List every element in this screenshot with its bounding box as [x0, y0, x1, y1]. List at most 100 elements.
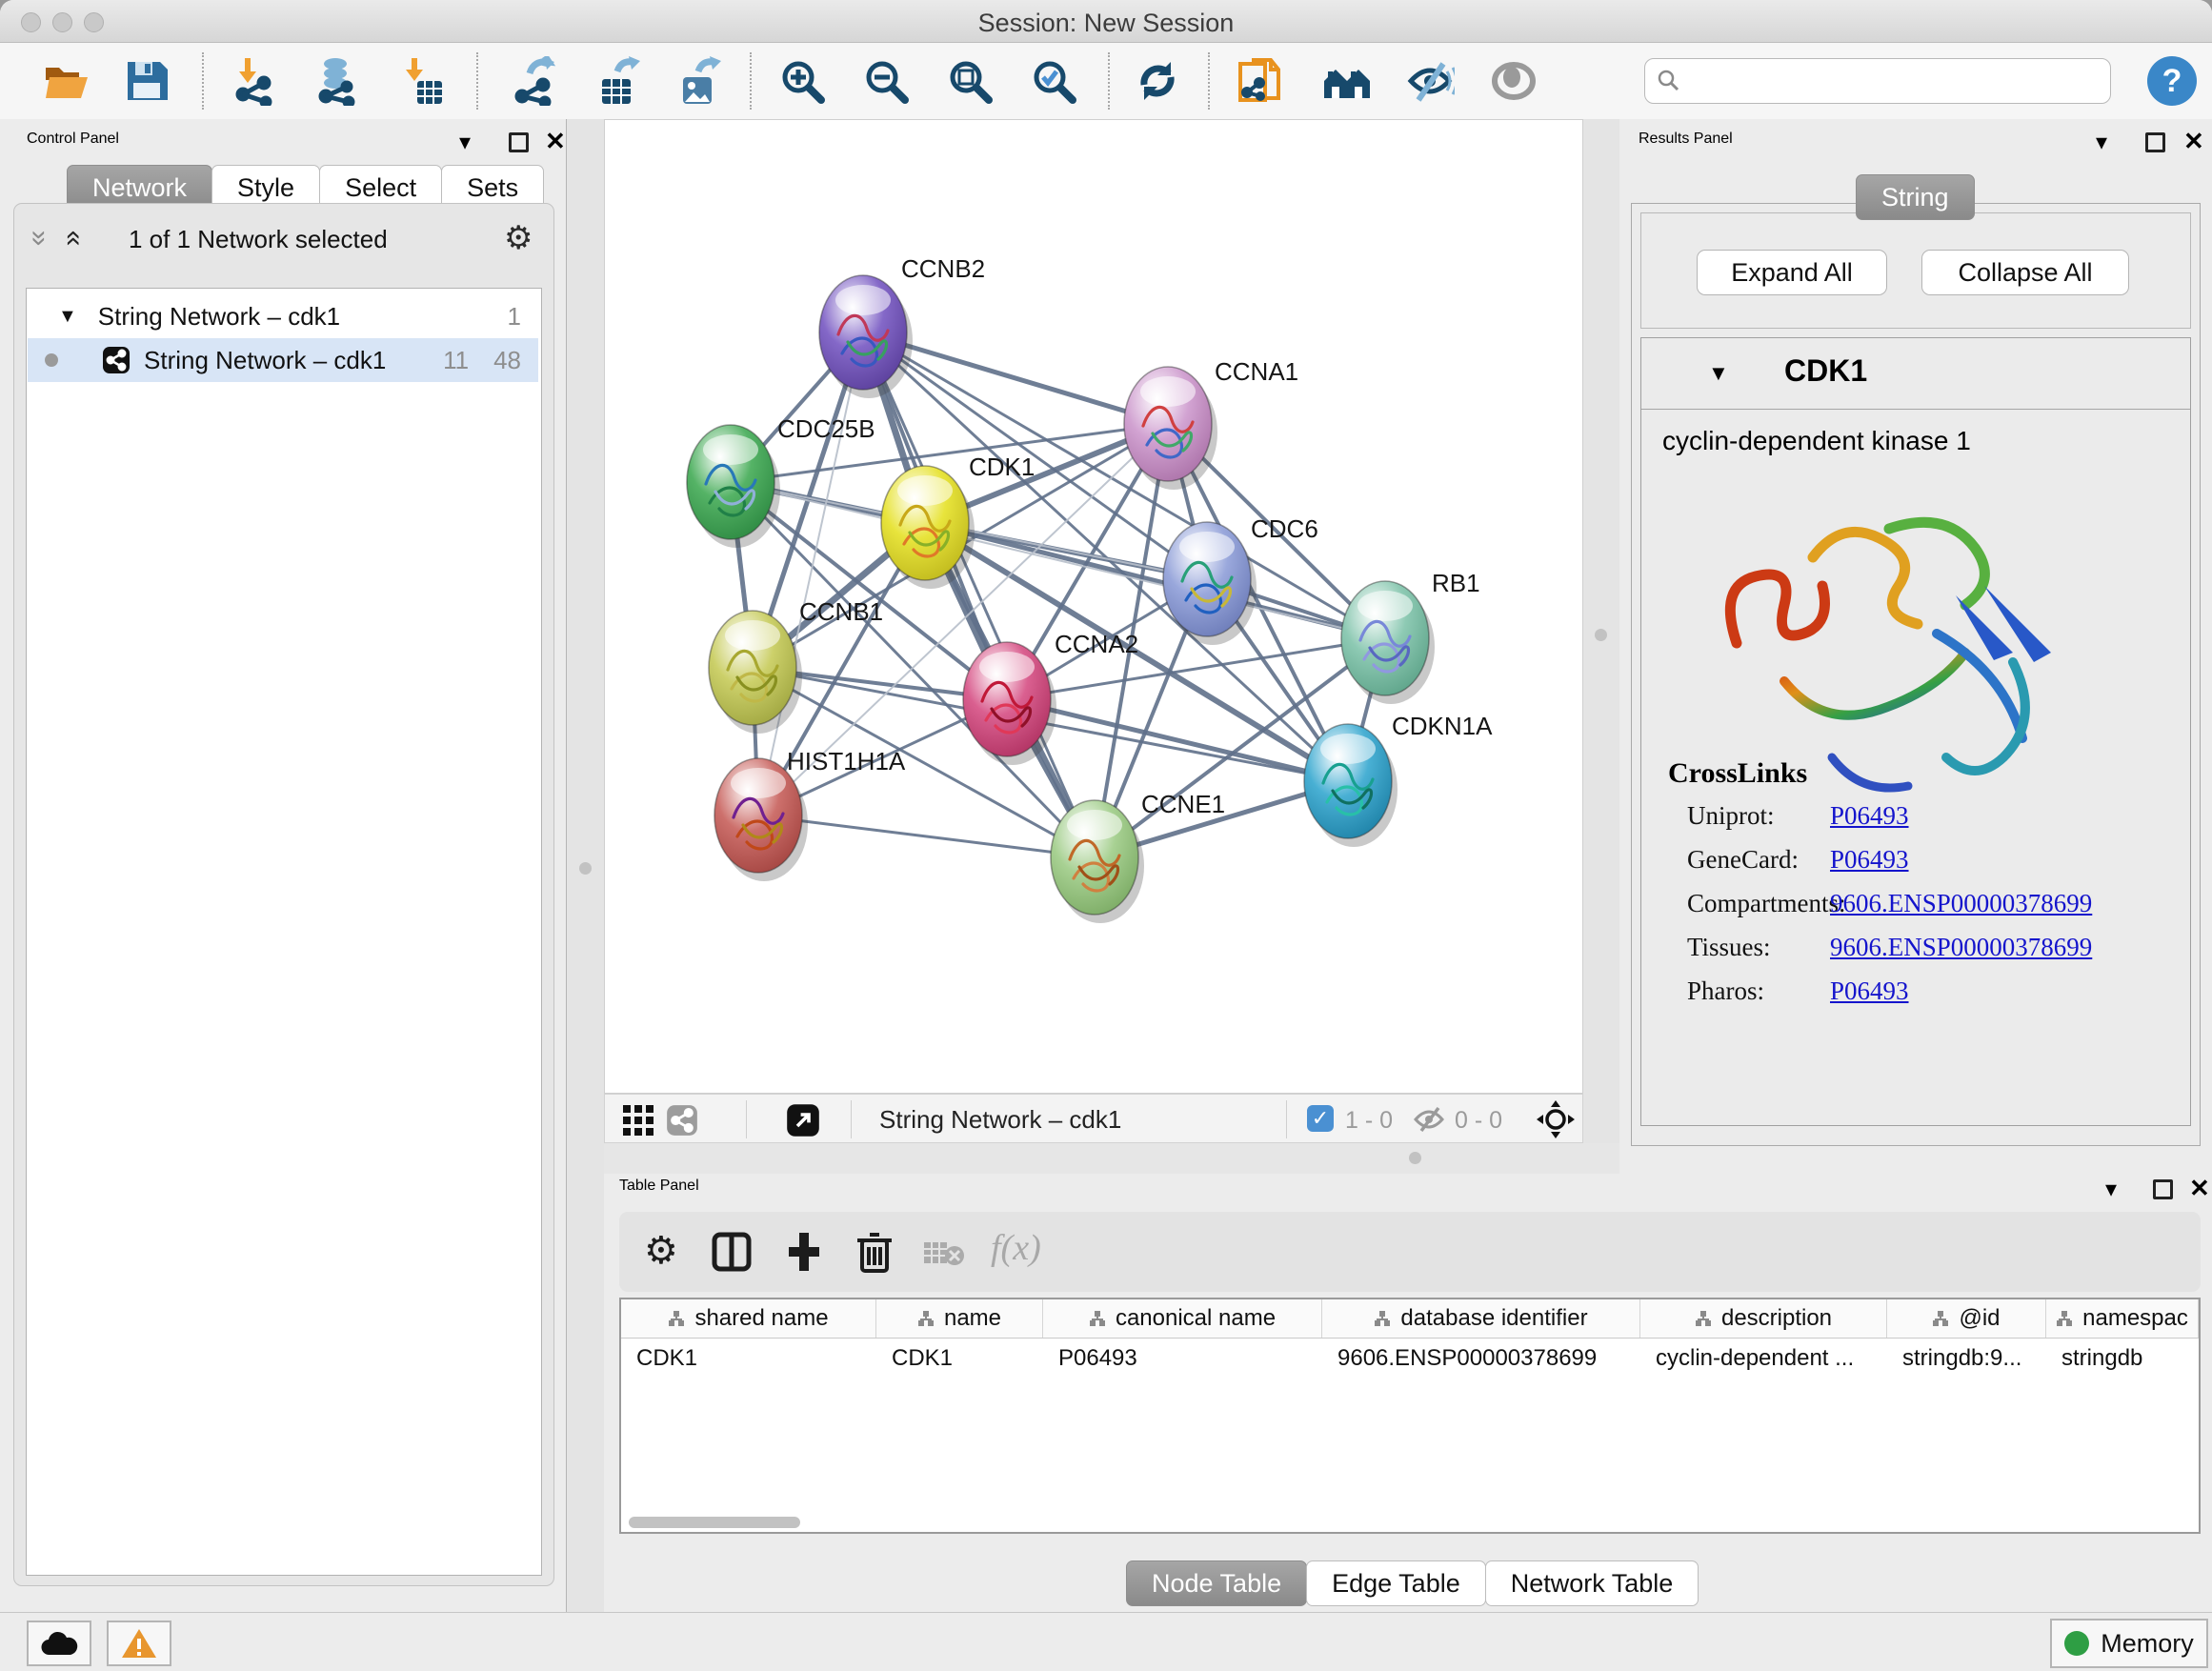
protein-header[interactable]: ▼ CDK1 — [1641, 338, 2190, 410]
right-splitter[interactable] — [1583, 119, 1619, 1174]
close-panel-icon[interactable]: ✕ — [2189, 1174, 2210, 1203]
column-header-database-identifier[interactable]: database identifier — [1322, 1299, 1640, 1338]
section-expander-icon[interactable]: ▼ — [1708, 361, 1729, 386]
string-network-graph[interactable]: CCNB2CCNA1CDC25BCDK1CDC6RB1CCNB1CCNA2CDK… — [605, 120, 1582, 1093]
selected-checkbox-icon[interactable]: ✓ — [1307, 1105, 1334, 1132]
column-header-namespac[interactable]: namespac — [2046, 1299, 2199, 1338]
save-session-icon[interactable] — [122, 56, 171, 106]
network-options-gear-icon[interactable]: ⚙ — [504, 219, 533, 257]
expand-collapse-box: Expand All Collapse All — [1640, 212, 2191, 329]
tab-node-table[interactable]: Node Table — [1126, 1560, 1307, 1606]
float-panel-icon[interactable] — [509, 132, 529, 152]
table-cell[interactable]: cyclin-dependent ... — [1640, 1339, 1887, 1379]
table-row[interactable]: CDK1CDK1P064939606.ENSP00000378699cyclin… — [621, 1339, 2199, 1379]
float-panel-icon[interactable] — [2145, 132, 2165, 152]
table-cell[interactable]: P06493 — [1043, 1339, 1322, 1379]
show-all-panels-icon[interactable] — [1322, 56, 1372, 106]
collapse-panel-icon[interactable]: ▾ — [2096, 129, 2107, 156]
close-panel-icon[interactable]: ✕ — [2183, 127, 2204, 156]
toolbar-separator — [851, 1100, 852, 1138]
results-panel: Results Panel ▾ ✕ String Expand All Coll… — [1619, 119, 2212, 1174]
tab-edge-table[interactable]: Edge Table — [1306, 1560, 1486, 1606]
table-cell[interactable]: CDK1 — [621, 1339, 876, 1379]
expand-all-button[interactable]: Expand All — [1697, 250, 1887, 295]
memory-button[interactable]: Memory — [2050, 1619, 2208, 1668]
table-cell[interactable]: CDK1 — [876, 1339, 1043, 1379]
toolbar-separator — [202, 52, 204, 110]
table-cell[interactable]: stringdb:9... — [1887, 1339, 2046, 1379]
network-tab-content: » » 1 of 1 Network selected ⚙ ▼ String N… — [13, 203, 554, 1586]
show-columns-icon[interactable] — [711, 1231, 753, 1273]
selected-counts: 1 - 0 — [1345, 1107, 1393, 1135]
zoom-fit-icon[interactable] — [945, 56, 995, 106]
warnings-button[interactable] — [107, 1621, 171, 1666]
automation-cloud-button[interactable] — [27, 1621, 91, 1666]
crosslink-value[interactable]: 9606.ENSP00000378699 — [1830, 889, 2092, 918]
current-network-dot-icon — [45, 353, 58, 367]
zoom-out-icon[interactable] — [861, 56, 911, 106]
network-row-selected[interactable]: String Network – cdk1 11 48 — [28, 338, 538, 382]
export-table-icon[interactable] — [594, 56, 644, 106]
column-header-shared-name[interactable]: shared name — [621, 1299, 876, 1338]
import-network-database-icon[interactable] — [312, 56, 362, 106]
table-cell[interactable]: 9606.ENSP00000378699 — [1322, 1339, 1640, 1379]
expand-all-networks-icon[interactable]: » — [62, 231, 81, 247]
delete-column-icon[interactable] — [854, 1229, 895, 1273]
function-builder-icon: f(x) — [991, 1227, 1041, 1269]
tab-string[interactable]: String — [1856, 174, 1975, 220]
collapse-panel-icon[interactable]: ▾ — [2105, 1176, 2117, 1203]
table-tabs: Node TableEdge TableNetwork Table — [1126, 1560, 1698, 1606]
node-label-CCNE1: CCNE1 — [1141, 790, 1225, 818]
collapse-all-networks-icon[interactable]: » — [30, 231, 49, 247]
left-splitter[interactable] — [567, 119, 604, 1612]
column-type-icon — [917, 1310, 935, 1327]
collapse-all-button[interactable]: Collapse All — [1921, 250, 2129, 295]
zoom-in-icon[interactable] — [777, 56, 827, 106]
crosslink-label: Uniprot: — [1687, 801, 1775, 831]
crosslink-value[interactable]: 9606.ENSP00000378699 — [1830, 933, 2092, 962]
network-label: String Network – cdk1 — [144, 346, 386, 375]
import-table-file-icon[interactable] — [396, 56, 446, 106]
crosslink-value[interactable]: P06493 — [1830, 801, 1909, 831]
title-bar: Session: New Session — [0, 0, 2212, 43]
crosslink-value[interactable]: P06493 — [1830, 976, 1909, 1006]
birdseye-view-icon[interactable] — [1489, 56, 1538, 106]
help-icon[interactable]: ? — [2147, 56, 2197, 106]
horizontal-scrollbar[interactable] — [629, 1517, 800, 1528]
tab-network-table[interactable]: Network Table — [1485, 1560, 1699, 1606]
network-view-icon[interactable] — [666, 1104, 698, 1137]
node-label-HIST1H1A: HIST1H1A — [787, 747, 906, 775]
column-header-description[interactable]: description — [1640, 1299, 1887, 1338]
hidden-eye-icon[interactable] — [1413, 1106, 1445, 1133]
toolbar-separator — [1108, 52, 1110, 110]
network-collection-row[interactable]: ▼ String Network – cdk1 1 — [28, 294, 538, 338]
hide-panels-icon[interactable] — [1405, 56, 1455, 106]
column-type-icon — [668, 1310, 685, 1327]
tree-expander-icon[interactable]: ▼ — [58, 306, 77, 328]
collapse-panel-icon[interactable]: ▾ — [459, 129, 471, 156]
table-cell[interactable]: stringdb — [2046, 1339, 2199, 1379]
float-panel-icon[interactable] — [2153, 1179, 2173, 1199]
column-header-canonical-name[interactable]: canonical name — [1043, 1299, 1322, 1338]
column-header-@id[interactable]: @id — [1887, 1299, 2046, 1338]
crosslink-value[interactable]: P06493 — [1830, 845, 1909, 875]
grid-view-icon[interactable] — [622, 1104, 654, 1137]
add-column-icon[interactable] — [783, 1231, 825, 1273]
import-network-file-icon[interactable] — [230, 56, 279, 106]
node-label-CCNB1: CCNB1 — [799, 597, 883, 626]
network-list: ▼ String Network – cdk1 1 String Network… — [26, 288, 542, 1576]
close-panel-icon[interactable]: ✕ — [545, 127, 566, 156]
refresh-icon[interactable] — [1133, 56, 1182, 106]
export-image-icon[interactable] — [675, 56, 725, 106]
export-network-icon[interactable] — [511, 56, 560, 106]
duplicate-network-icon[interactable] — [1237, 56, 1286, 106]
table-options-gear-icon[interactable]: ⚙ — [644, 1229, 678, 1273]
open-session-icon[interactable] — [42, 56, 91, 106]
open-view-icon[interactable] — [786, 1103, 820, 1137]
column-header-name[interactable]: name — [876, 1299, 1043, 1338]
zoom-selected-icon[interactable] — [1029, 56, 1078, 106]
network-canvas[interactable]: CCNB2CCNA1CDC25BCDK1CDC6RB1CCNB1CCNA2CDK… — [604, 119, 1583, 1094]
search-input[interactable] — [1691, 63, 2095, 97]
crosslink-label: Pharos: — [1687, 976, 1764, 1006]
fit-selected-crosshair-icon[interactable] — [1537, 1100, 1575, 1138]
